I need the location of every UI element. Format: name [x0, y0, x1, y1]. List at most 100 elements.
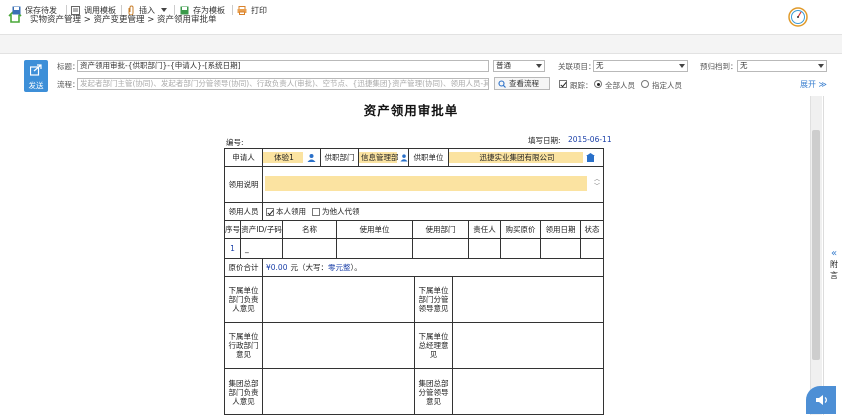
reason-label: 领用说明: [225, 167, 263, 203]
form-title: 资产领用审批单: [363, 103, 459, 118]
all-members-radio[interactable]: [594, 80, 602, 88]
applicant-cell: 体验1: [263, 149, 321, 167]
row-owner[interactable]: [469, 239, 501, 259]
side-panel-toggle[interactable]: « 附言: [829, 248, 839, 281]
proxy-receive-checkbox[interactable]: [312, 207, 320, 216]
row-asset-id[interactable]: _: [241, 239, 283, 259]
opinion-6-label: 集团总部分管领导意见: [415, 369, 453, 415]
dept-cell: 信息管理部: [359, 149, 409, 167]
importance-select[interactable]: 普通: [493, 60, 545, 72]
opinion-3-field[interactable]: [263, 323, 415, 369]
opinion-1-field[interactable]: [263, 277, 415, 323]
total-end: ）。: [350, 263, 362, 272]
speaker-button[interactable]: [806, 386, 836, 414]
toolbar: [0, 34, 842, 54]
chevron-down-icon: [818, 64, 824, 68]
template-label: 调用模板: [84, 5, 116, 15]
insert-button[interactable]: 插入: [127, 4, 167, 16]
send-button[interactable]: 发送: [24, 60, 48, 92]
col-date: 领用日期: [541, 221, 581, 239]
subject-input[interactable]: 资产领用审批-{供职部门}-{申请人}-[系统日期]: [77, 60, 489, 72]
approval-form-table: 申请人 体验1 供职部门 信息管理部 供职单位 迅捷实业集团有限公司 领用说明 …: [224, 148, 604, 415]
print-label: 打印: [251, 5, 267, 15]
send-label: 发送: [28, 81, 44, 90]
archive-label: 预归档到：: [700, 62, 738, 71]
col-index: 序号: [225, 221, 241, 239]
col-using-dept: 使用部门: [413, 221, 469, 239]
row-date[interactable]: [541, 239, 581, 259]
opinion-5-field[interactable]: [263, 369, 415, 415]
total-label: 原价合计: [225, 259, 263, 277]
reason-textarea[interactable]: [265, 176, 587, 191]
row-price[interactable]: [501, 239, 541, 259]
proxy-receive-label: 为他人代领: [322, 207, 360, 216]
save-icon: [12, 6, 21, 14]
related-project-select[interactable]: 无: [593, 60, 688, 72]
self-receive-checkbox[interactable]: [266, 207, 274, 216]
archive-select[interactable]: 无: [737, 60, 827, 72]
chevron-down-icon: [161, 8, 167, 12]
related-project-value: 无: [596, 61, 604, 70]
view-flow-button[interactable]: 查看流程: [494, 77, 550, 90]
opinion-2-field[interactable]: [453, 277, 603, 323]
flow-input[interactable]: 发起者部门主管(协同)、发起者部门分管领导(协同)、行政负责人(审批)、空节点、…: [77, 78, 489, 90]
save-template-icon: [180, 6, 189, 14]
archive-value: 无: [740, 61, 748, 70]
applicant-field[interactable]: 体验1: [263, 152, 303, 163]
row-using-dept[interactable]: [413, 239, 469, 259]
spinner-icon[interactable]: ︿ ﹀: [594, 176, 600, 190]
related-project-label: 关联项目：: [558, 62, 596, 71]
self-receive-label: 本人领用: [276, 207, 306, 216]
total-amount: ¥0.00: [266, 263, 288, 272]
insert-label: 插入: [139, 5, 155, 15]
unit-field[interactable]: 迅捷实业集团有限公司: [449, 152, 583, 163]
dept-picker-icon[interactable]: [400, 153, 408, 162]
total-unit-text: 元（大写：: [290, 263, 328, 272]
col-price: 购买原价: [501, 221, 541, 239]
chevron-down-icon: [679, 64, 685, 68]
receiver-label: 领用人员: [225, 203, 263, 221]
row-name[interactable]: [283, 239, 337, 259]
user-picker-icon[interactable]: [307, 153, 316, 162]
chevron-down-icon: [536, 64, 542, 68]
scrollbar-thumb[interactable]: [812, 130, 820, 360]
opinion-3-label: 下属单位行政部门意见: [225, 323, 263, 369]
opinion-4-label: 下属单位总经理意见: [415, 323, 453, 369]
opinion-5-label: 集团总部部门负责人意见: [225, 369, 263, 415]
specified-members-radio[interactable]: [641, 80, 649, 88]
opinion-4-field[interactable]: [453, 323, 603, 369]
building-icon[interactable]: [586, 153, 595, 162]
dept-label: 供职部门: [321, 149, 359, 167]
save-template-button[interactable]: 存为模板: [180, 4, 225, 16]
opinion-1-label: 下属单位部门负责人意见: [225, 277, 263, 323]
unit-label: 供职单位: [409, 149, 449, 167]
save-template-label: 存为模板: [193, 5, 225, 15]
total-capital: 零元整: [327, 263, 351, 272]
template-icon: [71, 5, 80, 15]
col-asset-id: 资产ID/子码: [241, 221, 283, 239]
reason-cell: ︿ ﹀: [263, 167, 603, 203]
flow-icon: [498, 80, 506, 88]
template-button[interactable]: 调用模板: [71, 4, 116, 16]
save-draft-button[interactable]: 保存待发: [12, 4, 57, 16]
send-icon: [30, 64, 42, 76]
row-index: 1: [225, 239, 241, 259]
row-status[interactable]: [581, 239, 603, 259]
col-using-unit: 使用单位: [337, 221, 413, 239]
col-name: 名称: [283, 221, 337, 239]
track-checkbox[interactable]: [559, 80, 567, 88]
print-icon: [237, 5, 247, 15]
expand-link[interactable]: 展开 ≫: [800, 79, 827, 90]
side-panel-label: 附言: [830, 260, 838, 280]
print-button[interactable]: 打印: [237, 4, 267, 16]
opinion-6-field[interactable]: [453, 369, 603, 415]
row-using-unit[interactable]: [337, 239, 413, 259]
total-cell: ¥0.00 元（大写： 零元整 ）。: [263, 259, 603, 277]
unit-cell: 迅捷实业集团有限公司: [449, 149, 603, 167]
specified-members-label: 指定人员: [652, 81, 682, 90]
col-status: 状态: [581, 221, 603, 239]
opinion-2-label: 下属单位部门分管领导意见: [415, 277, 453, 323]
speaker-icon: [816, 395, 827, 405]
dept-field[interactable]: 信息管理部: [359, 152, 399, 163]
number-label: 编号:: [226, 138, 244, 147]
